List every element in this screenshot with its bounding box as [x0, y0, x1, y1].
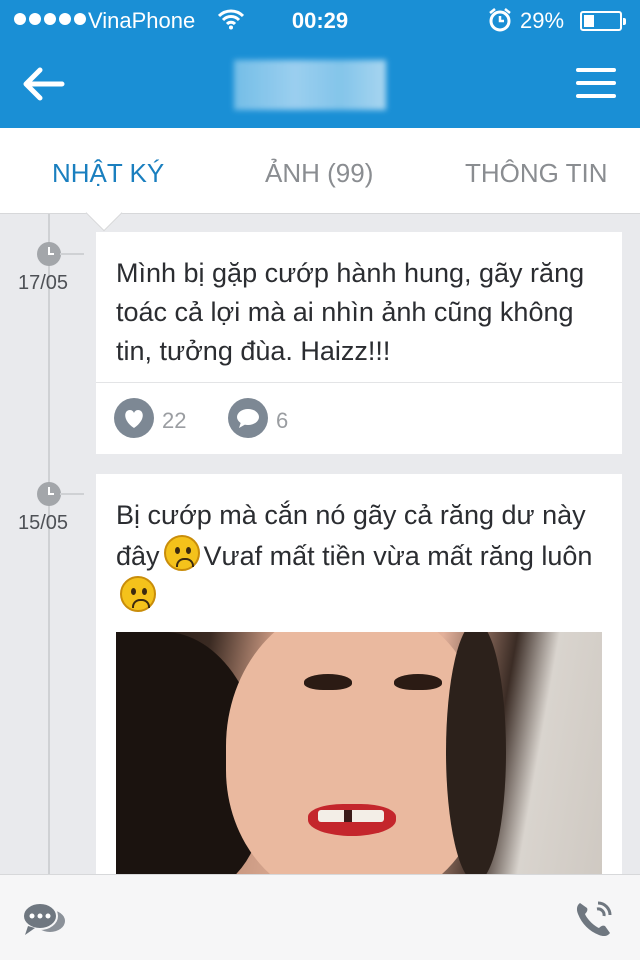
timeline-tick — [60, 493, 84, 495]
frowning-face-icon — [163, 535, 200, 571]
post-text: Mình bị gặp cướp hành hung, gãy răng toá… — [116, 258, 585, 366]
post-text-part: Vưaf mất tiền vừa mất răng luôn — [203, 541, 593, 571]
tab-photos[interactable]: ẢNH (99) — [265, 158, 373, 189]
post-date: 17/05 — [18, 272, 69, 294]
profile-name-blurred — [234, 60, 386, 110]
tab-diary[interactable]: NHẬT KÝ — [52, 158, 164, 189]
battery-icon — [580, 11, 626, 31]
diary-post[interactable]: Mình bị gặp cướp hành hung, gãy răng toá… — [96, 232, 622, 454]
navigation-bar — [0, 40, 640, 128]
chat-bubbles-icon[interactable] — [20, 899, 68, 939]
status-bar: VinaPhone 00:29 29% — [0, 0, 640, 40]
bottom-action-bar — [0, 874, 640, 960]
post-text: Bị cướp mà cắn nó gãy cả răng dư này đây… — [96, 474, 622, 617]
heart-icon[interactable] — [114, 398, 154, 438]
comment-count: 6 — [276, 408, 289, 433]
timeline-tick — [60, 253, 84, 255]
hamburger-menu-icon[interactable] — [576, 68, 616, 98]
tab-info[interactable]: THÔNG TIN — [465, 158, 608, 189]
timeline-line — [48, 214, 50, 874]
comment-icon[interactable] — [228, 398, 268, 438]
back-arrow-icon[interactable] — [20, 62, 68, 106]
frowning-face-icon — [120, 576, 156, 612]
alarm-clock-icon — [489, 8, 511, 32]
post-photo[interactable] — [116, 632, 602, 874]
post-date: 15/05 — [18, 512, 69, 534]
diary-post[interactable]: Bị cướp mà cắn nó gãy cả răng dư này đây… — [96, 474, 622, 874]
post-divider — [96, 382, 622, 383]
battery-percentage: 29% — [520, 8, 565, 33]
like-count: 22 — [162, 408, 187, 433]
phone-call-icon[interactable] — [572, 897, 616, 941]
clock-icon — [37, 482, 61, 506]
clock-icon — [37, 242, 61, 266]
